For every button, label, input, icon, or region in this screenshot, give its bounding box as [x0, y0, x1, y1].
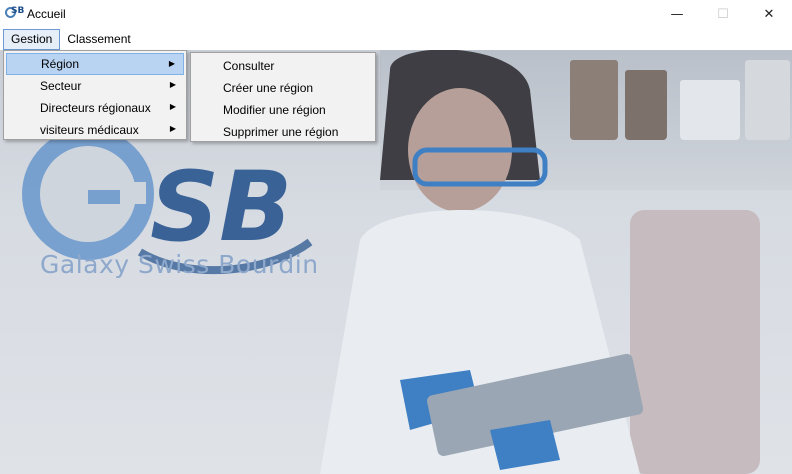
- bottle-image: [745, 60, 790, 140]
- maximize-button[interactable]: ☐: [700, 0, 746, 28]
- menu-item-modifier-region[interactable]: Modifier une région: [193, 99, 373, 121]
- gestion-dropdown: Région ▶ Secteur ▶ Directeurs régionaux …: [3, 50, 187, 140]
- menu-gestion[interactable]: Gestion: [3, 28, 61, 50]
- menu-item-creer-region[interactable]: Créer une région: [193, 77, 373, 99]
- menu-item-directeurs-regionaux[interactable]: Directeurs régionaux ▶: [6, 97, 184, 119]
- title-bar: SB Accueil — ☐ ✕: [0, 0, 792, 28]
- menu-item-label: visiteurs médicaux: [40, 123, 139, 137]
- menu-item-label: Secteur: [40, 79, 82, 93]
- window-controls: — ☐ ✕: [654, 0, 792, 28]
- close-button[interactable]: ✕: [746, 0, 792, 28]
- menu-item-supprimer-region[interactable]: Supprimer une région: [193, 121, 373, 143]
- submenu-arrow-icon: ▶: [169, 124, 176, 133]
- menu-item-label: Directeurs régionaux: [40, 101, 151, 115]
- submenu-arrow-icon: ▶: [169, 80, 176, 89]
- menu-item-consulter[interactable]: Consulter: [193, 55, 373, 77]
- minimize-button[interactable]: —: [654, 0, 700, 28]
- menu-bar: Gestion Classement: [0, 28, 792, 50]
- svg-text:SB: SB: [150, 151, 292, 263]
- menu-item-visiteurs-medicaux[interactable]: visiteurs médicaux ▶: [6, 119, 184, 141]
- submenu-arrow-icon: ▶: [169, 102, 176, 111]
- logo-text: Galaxy Swiss Bourdin: [40, 250, 319, 279]
- bottle-image: [680, 80, 740, 140]
- gsb-app-icon: SB: [5, 6, 24, 21]
- region-submenu: Consulter Créer une région Modifier une …: [190, 52, 376, 142]
- menu-classement[interactable]: Classement: [60, 29, 137, 49]
- menu-item-label: Région: [41, 57, 80, 71]
- menu-item-region[interactable]: Région ▶: [6, 53, 184, 75]
- submenu-arrow-icon: ▶: [168, 59, 175, 68]
- window-title: Accueil: [27, 7, 66, 21]
- menu-item-secteur[interactable]: Secteur ▶: [6, 75, 184, 97]
